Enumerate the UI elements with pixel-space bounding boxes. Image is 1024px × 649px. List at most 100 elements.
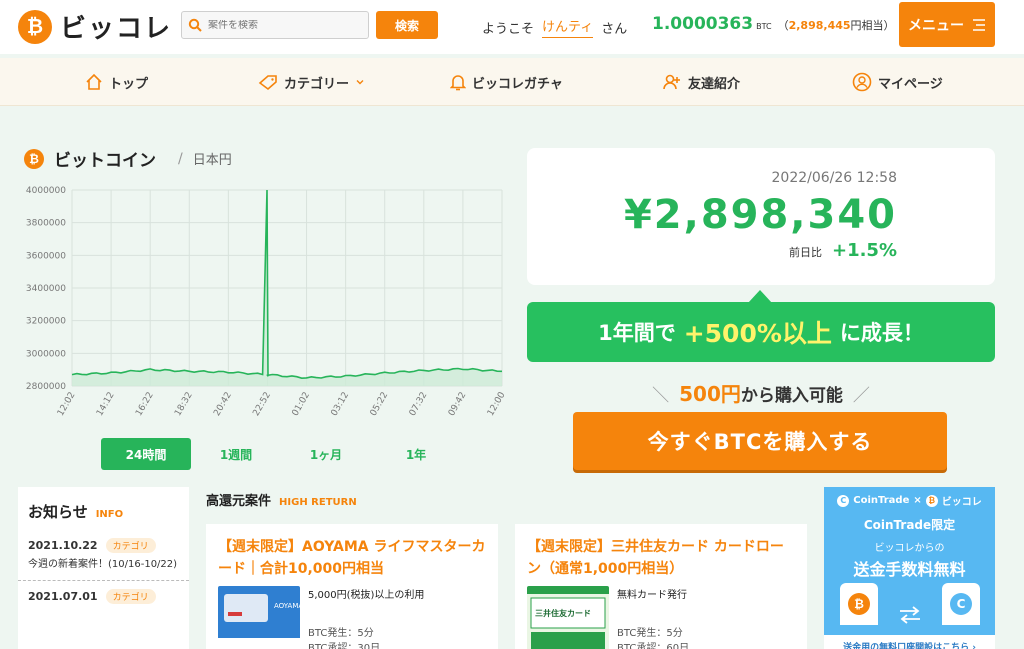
welcome-prefix: ようこそ — [482, 21, 535, 37]
ad-line1: ビッコレからの — [874, 543, 945, 554]
tag-icon — [258, 75, 277, 91]
price-card: 2022/06/26 12:58 ¥2,898,340 前日比 +1.5% — [527, 148, 995, 285]
nav-item-invite[interactable]: 友達紹介 — [662, 58, 740, 106]
balance-btc: 1.0000363 — [652, 14, 754, 34]
y-tick-label: 2800000 — [26, 382, 66, 392]
news-subtitle: INFO — [95, 509, 124, 520]
offer-title[interactable]: 【週末限定】AOYAMA ライフマスターカード｜合計10,000円相当 — [218, 536, 488, 580]
phone-icon: ₿ — [840, 583, 878, 625]
range-tabs: 24時間 1週間 1ヶ月 1年 — [101, 438, 461, 470]
ad-brands: C CoinTrade × ₿ ビッコレ — [824, 493, 995, 508]
slash-left: ＼ — [652, 386, 670, 406]
high-return-subtitle: HIGH RETURN — [279, 497, 357, 508]
ad-cross: × — [913, 495, 922, 506]
balance: 1.0000363 BTC （2,898,445円相当） — [652, 14, 895, 34]
x-tick-label: 01:02 — [291, 391, 313, 418]
menu-label: メニュー — [908, 17, 964, 34]
bitcoin-icon: ₿ — [24, 148, 44, 169]
offer-desc: 5,000円(税抜)以上の利用 — [308, 590, 425, 601]
tab-24h[interactable]: 24時間 — [101, 438, 191, 470]
nav-label: カテゴリー — [284, 76, 350, 92]
tab-1week[interactable]: 1週間 — [191, 438, 281, 470]
welcome-text: ようこそ けんティ さん — [482, 16, 627, 38]
nav-label: 友達紹介 — [688, 76, 741, 92]
offer-image-label: AOYAMA — [274, 602, 300, 610]
cointrade-ad[interactable]: C CoinTrade × ₿ ビッコレ CoinTrade限定 ビッコレからの… — [824, 487, 995, 649]
nav-item-top[interactable]: トップ — [85, 58, 148, 106]
change-value: +1.5% — [831, 240, 897, 261]
offer-card[interactable]: 【週末限定】三井住友カード カードローン（通常1,000円相当） 三井住友カード… — [515, 524, 807, 649]
bitcoin-logo-icon: ₿ — [925, 494, 938, 507]
offer-stat: BTC発生：5分 — [308, 628, 374, 639]
news-item[interactable]: 2021.07.01 カテゴリ — [18, 581, 189, 612]
news-date: 2021.10.22 — [28, 539, 98, 552]
news-item[interactable]: 2021.10.22 カテゴリ 今週の新着案件！(10/16-10/22) — [18, 530, 189, 581]
news-text: 今週の新着案件！(10/16-10/22) — [28, 559, 178, 570]
news-header: お知らせ INFO — [18, 487, 189, 530]
buy-amount: 500円 — [679, 382, 741, 406]
balance-unit: BTC — [756, 22, 772, 31]
ad-brand-a: CoinTrade — [853, 495, 910, 506]
x-tick-label: 20:42 — [212, 391, 234, 418]
nav-item-mypage[interactable]: マイページ — [852, 58, 943, 106]
x-tick-label: 09:42 — [447, 391, 469, 418]
price-change: 前日比 +1.5% — [789, 240, 897, 261]
news-category: カテゴリ — [105, 589, 156, 604]
bell-icon — [450, 75, 466, 91]
main-nav: トップ カテゴリー ビッコレガチャ 友達紹介 マイページ — [0, 58, 1024, 106]
price-value: ¥2,898,340 — [623, 192, 897, 238]
coin-heading: ₿ ビットコイン / 日本円 — [24, 146, 232, 171]
ad-illustration: ₿ C — [840, 583, 980, 625]
search-input[interactable] — [208, 19, 358, 31]
y-tick-label: 3800000 — [26, 219, 66, 229]
offer-image-label: 三井住友カード — [535, 608, 591, 618]
hamburger-icon — [973, 18, 985, 31]
x-tick-label: 16:22 — [134, 391, 156, 418]
tab-1month[interactable]: 1ヶ月 — [281, 438, 371, 470]
user-icon — [852, 72, 872, 92]
ad-limited: CoinTrade限定 — [863, 518, 956, 532]
header: ₿ ビッコレ 検索 ようこそ けんティ さん 1.0000363 BTC （2,… — [0, 0, 1024, 54]
change-label: 前日比 — [788, 246, 822, 259]
ad-footer-link[interactable]: 送金用の無料口座開設はこちら › — [824, 635, 995, 649]
offer-image: AOYAMA — [218, 586, 300, 649]
site-logo[interactable]: ₿ ビッコレ — [18, 8, 172, 45]
x-tick-label: 03:12 — [330, 391, 352, 418]
ad-line2: 送金手数料無料 — [853, 560, 966, 579]
x-tick-label: 05:22 — [369, 391, 391, 418]
search-button[interactable]: 検索 — [376, 11, 438, 39]
x-tick-label: 22:52 — [251, 391, 273, 418]
x-tick-label: 14:12 — [95, 391, 117, 418]
offer-stat: BTC承認：60日 — [617, 643, 690, 649]
nav-item-category[interactable]: カテゴリー — [258, 58, 365, 106]
growth-suffix: に成長！ — [839, 321, 924, 345]
offer-desc: 無料カード発行 — [617, 590, 687, 601]
tab-1year[interactable]: 1年 — [371, 438, 461, 470]
offer-title[interactable]: 【週末限定】三井住友カード カードローン（通常1,000円相当） — [527, 536, 797, 580]
x-tick-label: 18:32 — [173, 391, 195, 418]
buy-btc-button[interactable]: 今すぐBTCを購入する — [573, 412, 947, 470]
nav-label: ビッコレガチャ — [472, 76, 563, 92]
home-icon — [86, 73, 102, 90]
growth-prefix: 1年間で — [598, 321, 676, 345]
news-panel: お知らせ INFO 2021.10.22 カテゴリ 今週の新着案件！(10/16… — [18, 487, 189, 649]
cointrade-logo-icon: C — [837, 494, 850, 507]
growth-banner: 1年間で +500%以上 に成長！ — [527, 302, 995, 362]
price-chart: 2800000 3000000 3200000 3400000 3600000 38000… — [26, 186, 508, 418]
chevron-down-icon — [356, 80, 364, 85]
nav-item-gacha[interactable]: ビッコレガチャ — [450, 58, 563, 106]
offer-card[interactable]: 【週末限定】AOYAMA ライフマスターカード｜合計10,000円相当 AOYA… — [206, 524, 498, 649]
news-date: 2021.07.01 — [28, 590, 98, 603]
y-tick-label: 3400000 — [26, 284, 66, 294]
news-category: カテゴリ — [105, 538, 156, 553]
coin-separator: / — [178, 150, 183, 167]
balance-jpy: 2,898,445 — [788, 19, 851, 32]
high-return-title: 高還元案件 — [206, 494, 272, 509]
price-timestamp: 2022/06/26 12:58 — [771, 170, 898, 186]
add-user-icon — [663, 74, 680, 90]
coin-currency: 日本円 — [192, 153, 232, 168]
username-link[interactable]: けんティ — [542, 16, 594, 38]
x-tick-label: 07:32 — [408, 391, 430, 418]
menu-button[interactable]: メニュー — [899, 2, 995, 47]
logo-text: ビッコレ — [60, 14, 173, 44]
